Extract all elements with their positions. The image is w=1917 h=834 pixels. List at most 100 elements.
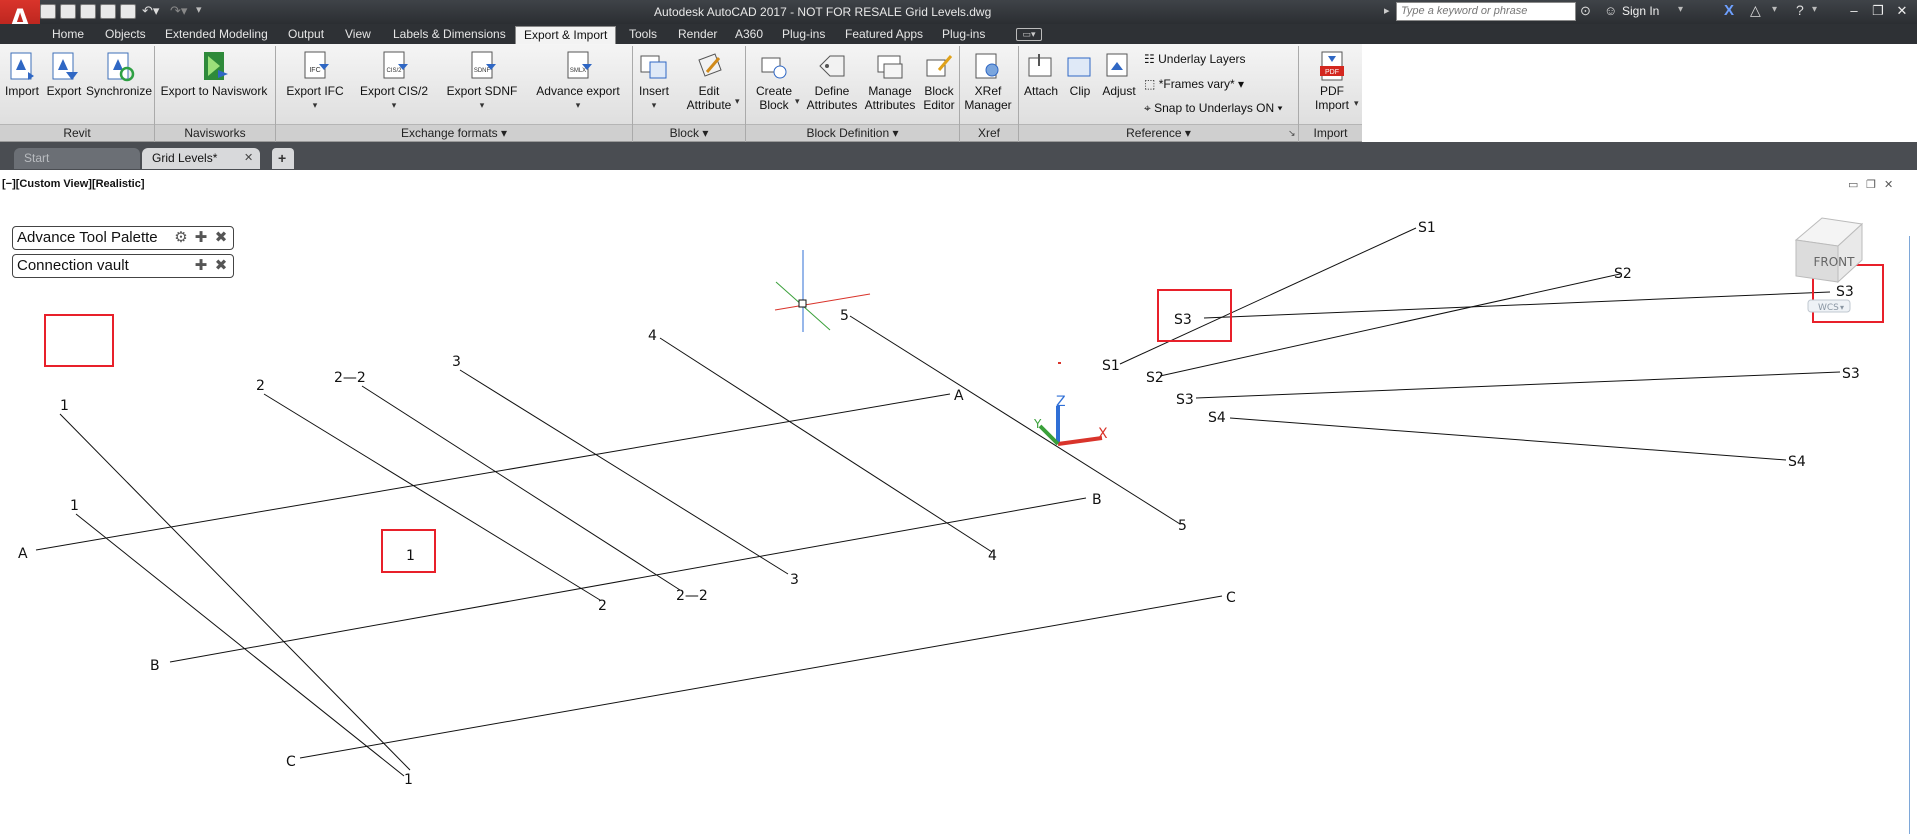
clip-button[interactable]: Clip [1064, 50, 1096, 98]
advance-export-button[interactable]: SMLX Advance export ▾ [532, 50, 624, 112]
restore-icon[interactable]: ❐ [1868, 2, 1888, 20]
help-dropdown-icon[interactable]: ▾ [1812, 4, 1817, 15]
redo-icon[interactable]: ↷▾ [170, 3, 187, 19]
open-file-icon[interactable] [60, 4, 76, 19]
tab-objects[interactable]: Objects [105, 26, 146, 44]
viewport-restore-icon[interactable]: ❐ [1866, 178, 1876, 191]
export-cis2-button[interactable]: CIS/2 Export CIS/2 ▾ [355, 50, 433, 112]
expand-search-icon[interactable]: ▸ [1384, 4, 1390, 17]
stay-connected-dropdown-icon[interactable]: ▾ [1772, 4, 1777, 15]
pdf-import-button[interactable]: PDF PDF Import [1306, 50, 1358, 112]
grid-line-c[interactable] [299, 595, 1223, 759]
tab-plug-ins-2[interactable]: Plug-ins [942, 26, 985, 44]
close-icon[interactable]: ✕ [1892, 2, 1912, 20]
undo-icon[interactable]: ↶▾ [142, 3, 159, 19]
adjust-button[interactable]: Adjust [1098, 50, 1140, 98]
pdf-import-dropdown-icon[interactable]: ▾ [1354, 98, 1359, 109]
attach-button[interactable]: Attach [1020, 50, 1062, 98]
edit-attribute-button[interactable]: Edit Attribute [682, 50, 736, 112]
export-to-navisworks-button[interactable]: Export to Naviswork [156, 50, 272, 98]
save-icon[interactable] [80, 4, 96, 19]
connection-vault-palette[interactable]: Connection vault ✚ ✖ [12, 254, 234, 278]
tab-export-import[interactable]: Export & Import [515, 26, 617, 44]
viewport-scrollbar[interactable] [1909, 236, 1917, 834]
ribbon-minimize-icon[interactable]: ▭▾ [1016, 28, 1042, 41]
frames-vary-dropdown[interactable]: ⬚ *Frames vary* ▾ [1144, 77, 1244, 91]
grid-line-a[interactable] [35, 393, 951, 551]
tab-labels-dimensions[interactable]: Labels & Dimensions [393, 26, 506, 44]
block-editor-button[interactable]: Block Editor [918, 50, 960, 112]
binoculars-icon[interactable]: ⊙ [1580, 3, 1591, 19]
grid-line-2[interactable] [263, 393, 601, 601]
a360-icon[interactable]: △ [1750, 2, 1761, 19]
help-icon[interactable]: ? [1796, 2, 1804, 18]
minimize-icon[interactable]: – [1844, 2, 1864, 20]
add-icon[interactable]: ✚ [193, 230, 209, 246]
tab-grid-levels[interactable]: Grid Levels* ✕ [142, 148, 260, 169]
tab-view[interactable]: View [345, 26, 371, 44]
advance-tool-palette[interactable]: Advance Tool Palette ⚙ ✚ ✖ [12, 226, 234, 250]
panel-label-block-definition[interactable]: Block Definition ▾ [746, 124, 959, 141]
viewport-minimize-icon[interactable]: ▭ [1848, 178, 1858, 191]
tab-render[interactable]: Render [678, 26, 717, 44]
drawing-viewport[interactable]: A A B B C C 1 1 1 1 2 2 2—2 2—2 3 3 4 4 … [0, 170, 1917, 834]
snap-to-underlays-dropdown[interactable]: ⌖ Snap to Underlays ON ▾ [1144, 101, 1283, 116]
panel-label-block[interactable]: Block ▾ [633, 124, 745, 141]
grid-line-s1[interactable] [1119, 227, 1417, 365]
tab-start[interactable]: Start [14, 148, 140, 169]
tab-a360[interactable]: A360 [735, 26, 763, 44]
define-attributes-button[interactable]: Define Attributes [804, 50, 860, 112]
print-icon[interactable] [120, 4, 136, 19]
grid-line-b[interactable] [169, 497, 1087, 663]
create-block-button[interactable]: Create Block [752, 50, 796, 112]
close-icon[interactable]: ✖ [213, 230, 229, 246]
underlay-layers-button[interactable]: ☷ Underlay Layers [1144, 52, 1245, 66]
export-sdnf-button[interactable]: SDNF Export SDNF ▾ [444, 50, 520, 112]
grid-line-s23[interactable] [1203, 291, 1831, 319]
tab-extended-modeling[interactable]: Extended Modeling [165, 26, 268, 44]
grid-line-1[interactable] [59, 413, 411, 771]
tab-tools[interactable]: Tools [629, 26, 657, 44]
add-tab-label: + [278, 150, 287, 166]
xref-manager-button[interactable]: XRef Manager [962, 50, 1014, 112]
revit-synchronize-button[interactable]: Synchronize [84, 50, 154, 98]
save-as-icon[interactable] [100, 4, 116, 19]
pdf-icon-text: PDF [1325, 69, 1339, 76]
exchange-apps-icon[interactable]: X [1724, 2, 1734, 19]
add-tab-button[interactable]: + [272, 148, 294, 169]
export-ifc-button[interactable]: IFC Export IFC ▾ [282, 50, 348, 112]
manage-attributes-button[interactable]: Manage Attributes [862, 50, 918, 112]
panel-label-reference[interactable]: Reference ▾ [1019, 124, 1298, 141]
new-file-icon[interactable] [40, 4, 56, 19]
grid-line-s4[interactable] [1229, 417, 1787, 461]
viewport-close-icon[interactable]: ✕ [1884, 178, 1893, 191]
viewport-controls-label[interactable]: [−][Custom View][Realistic] [2, 178, 145, 190]
reference-settings-icon[interactable]: ↘ [1288, 128, 1296, 139]
user-icon[interactable]: ☺ [1604, 3, 1617, 18]
tab-plug-ins[interactable]: Plug-ins [782, 26, 825, 44]
revit-export-button[interactable]: Export [44, 50, 84, 98]
panel-label-exchange-formats[interactable]: Exchange formats ▾ [276, 124, 632, 141]
create-block-dropdown-icon[interactable]: ▾ [795, 96, 800, 107]
grid-line-3[interactable] [459, 369, 789, 575]
sign-in-button[interactable]: Sign In [1622, 4, 1659, 18]
edit-attribute-dropdown-icon[interactable]: ▾ [735, 96, 740, 107]
tab-home[interactable]: Home [52, 26, 84, 44]
grid-line-1-prime[interactable] [75, 513, 405, 777]
grid-line-s3[interactable] [1195, 371, 1841, 399]
revit-import-button[interactable]: Import [2, 50, 42, 98]
tab-featured-apps[interactable]: Featured Apps [845, 26, 923, 44]
drawing-canvas[interactable]: A A B B C C 1 1 1 1 2 2 2—2 2—2 3 3 4 4 … [0, 170, 1917, 834]
grid-line-4[interactable] [659, 337, 993, 553]
gear-icon[interactable]: ⚙ [173, 230, 189, 246]
search-input[interactable]: Type a keyword or phrase [1396, 2, 1576, 21]
tab-output[interactable]: Output [288, 26, 324, 44]
close-tab-icon[interactable]: ✕ [244, 148, 253, 169]
sign-in-dropdown-icon[interactable]: ▾ [1678, 4, 1683, 15]
close-icon[interactable]: ✖ [213, 258, 229, 274]
synchronize-icon [107, 52, 135, 82]
add-icon[interactable]: ✚ [193, 258, 209, 274]
insert-block-button[interactable]: Insert ▾ [634, 50, 674, 112]
ucs-icon[interactable]: Z X Y [1033, 394, 1108, 446]
customize-quick-access-icon[interactable]: ▾ [196, 3, 202, 16]
